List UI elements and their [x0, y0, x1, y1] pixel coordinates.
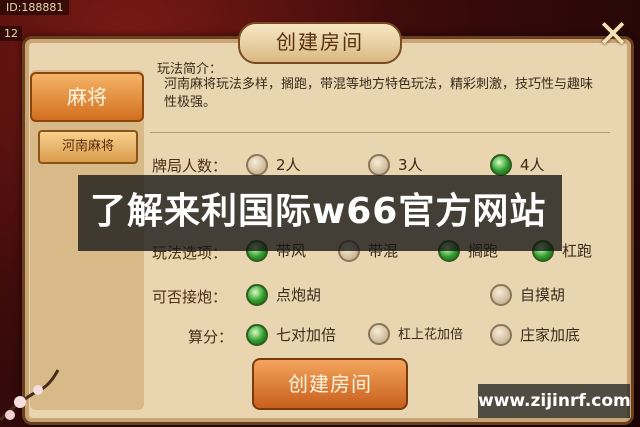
radio-selected-icon — [246, 323, 268, 346]
radio-selected-icon — [490, 153, 512, 176]
radio-icon — [490, 323, 512, 346]
dialog-title: 创建房间 — [238, 22, 402, 64]
henan-mahjong-button[interactable]: 河南麻将 — [38, 130, 138, 164]
side-number: 12 — [0, 26, 22, 41]
create-room-button[interactable]: 创建房间 — [252, 358, 408, 410]
radio-icon — [246, 153, 268, 176]
score-option-qidui[interactable]: 七对加倍 — [246, 323, 336, 346]
score-option-gangshanghua[interactable]: 杠上花加倍 — [368, 323, 463, 346]
radio-selected-icon — [246, 283, 268, 306]
watermark: www.zijinrf.com — [478, 384, 631, 418]
intro-body: 河南麻将玩法多样，搁跑，带混等地方特色玩法，精彩刺激，技巧性与趣味性极强。 — [164, 77, 594, 110]
pao-option-zimo[interactable]: 自摸胡 — [490, 283, 565, 306]
divider — [150, 132, 610, 133]
radio-icon — [490, 283, 512, 306]
overlay-banner: 了解来利国际w66官方网站 — [78, 175, 562, 251]
pao-option-dianpao[interactable]: 点炮胡 — [246, 283, 321, 306]
score-label: 算分： — [188, 328, 234, 346]
close-icon[interactable]: ✕ — [594, 15, 632, 54]
players-option-3[interactable]: 3人 — [368, 153, 423, 176]
plum-blossom-decoration — [0, 369, 60, 422]
user-id-text: ID:188881 — [0, 0, 70, 15]
score-option-zhuangjia[interactable]: 庄家加底 — [490, 323, 580, 346]
players-option-2[interactable]: 2人 — [246, 153, 301, 176]
radio-icon — [368, 323, 390, 345]
radio-icon — [368, 153, 390, 176]
players-option-4[interactable]: 4人 — [490, 153, 545, 176]
players-label: 牌局人数： — [152, 157, 228, 175]
overlay-banner-text: 了解来利国际w66官方网站 — [90, 191, 547, 232]
intro-heading: 玩法简介： — [157, 62, 223, 77]
game-mahjong-button[interactable]: 麻将 — [30, 72, 144, 122]
pao-label: 可否接炮： — [152, 288, 228, 306]
